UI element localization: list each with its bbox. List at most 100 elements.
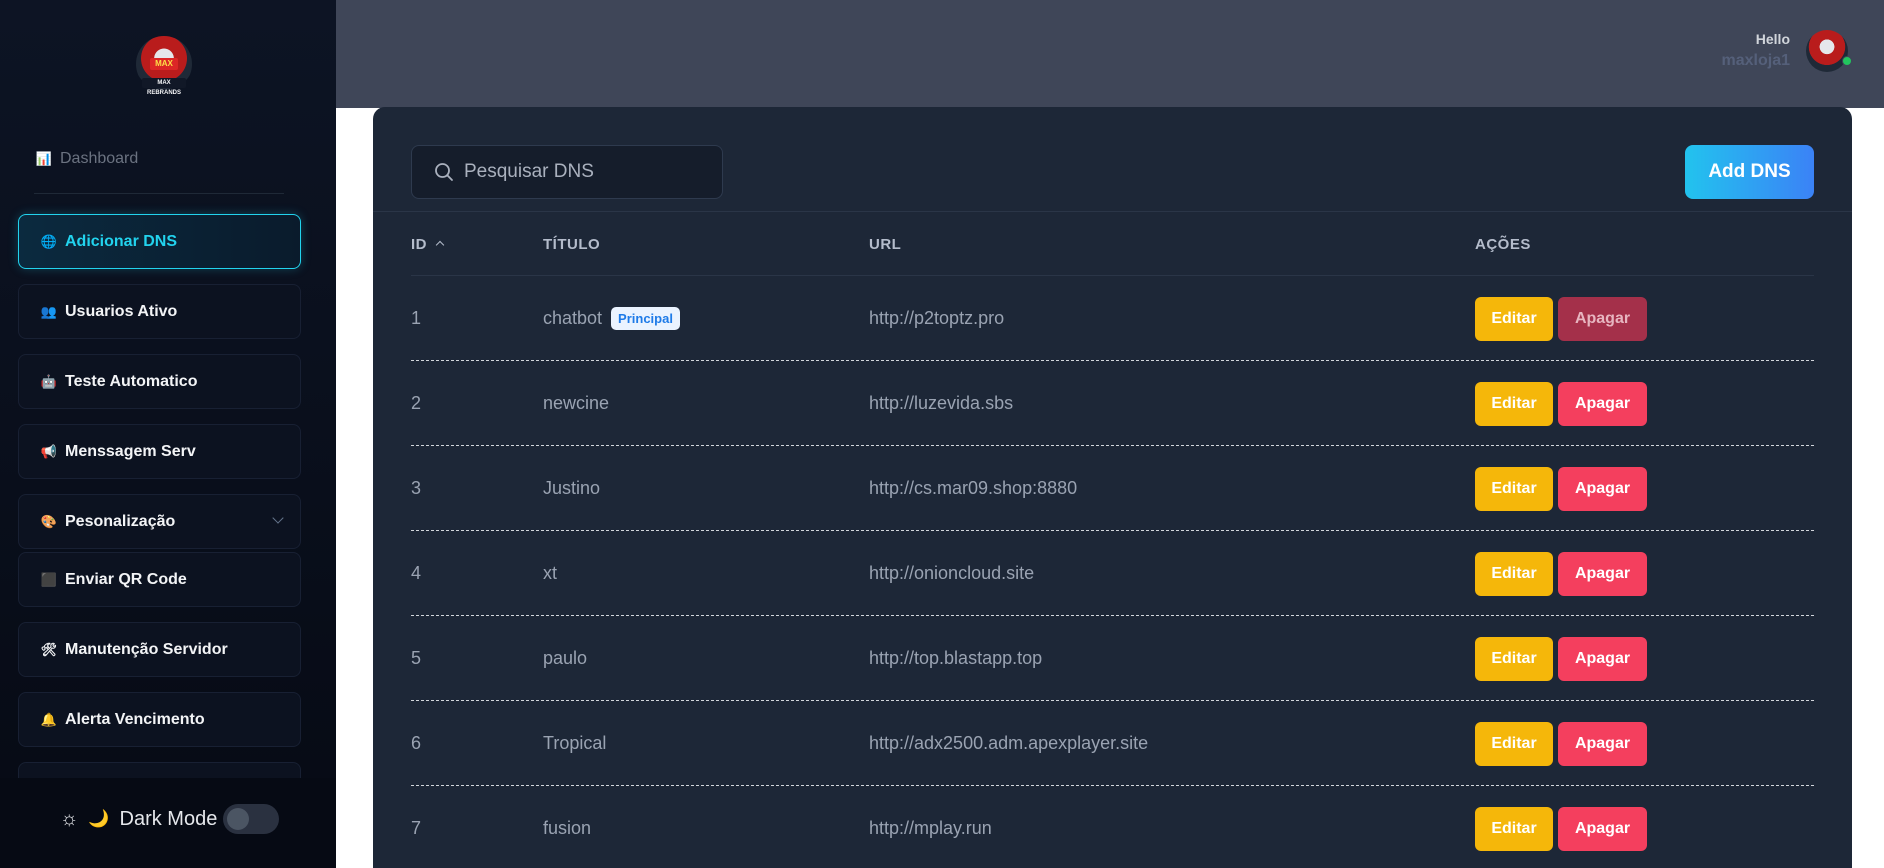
- edit-button[interactable]: Editar: [1475, 296, 1553, 341]
- divider: [34, 193, 284, 194]
- chart-icon: 📊: [35, 151, 53, 166]
- globe-icon: 🌐: [40, 233, 58, 249]
- sidebar-item-pesonalizacao[interactable]: 🎨 Pesonalização: [18, 494, 301, 549]
- cell-url: http://onioncloud.site: [869, 563, 1035, 583]
- search-input[interactable]: [464, 161, 704, 183]
- sidebar-item-label: Enviar QR Code: [65, 570, 187, 588]
- delete-button[interactable]: Apagar: [1558, 721, 1647, 766]
- sort-asc-icon: [435, 240, 445, 250]
- add-dns-button[interactable]: Add DNS: [1685, 145, 1814, 199]
- cell-title: xt: [543, 563, 558, 583]
- sidebar-item-label: Alerta Vencimento: [65, 710, 205, 728]
- cell-actions: Editar Apagar: [1475, 616, 1647, 701]
- column-header-acoes: AÇÕES: [1475, 236, 1531, 253]
- cell-actions: Editar Apagar: [1475, 701, 1647, 786]
- sidebar-item-dashboard[interactable]: 📊 Dashboard: [36, 150, 138, 168]
- column-header-id[interactable]: ID: [411, 236, 445, 253]
- sidebar-item-manutencao-servidor[interactable]: 🛠 Manutenção Servidor: [18, 622, 301, 677]
- sidebar-item-menssagem-serv[interactable]: 📢 Menssagem Serv: [18, 424, 301, 479]
- greeting: Hello: [1755, 31, 1790, 47]
- logo-text: MAX REBRANDS: [142, 78, 186, 96]
- dns-card: Add DNS ID TÍTULO URL AÇÕES 1 chatbot Pri…: [373, 107, 1852, 868]
- cell-id: 6: [411, 733, 422, 753]
- sidebar-item-alerta-vencimento[interactable]: 🔔 Alerta Vencimento: [18, 692, 301, 747]
- logo-mark: MAX: [150, 58, 178, 70]
- sidebar-item-adicionar-dns[interactable]: 🌐 Adicionar DNS: [18, 214, 301, 269]
- sun-icon: ☼: [60, 807, 79, 830]
- sidebar-item-teste-automatico[interactable]: 🤖 Teste Automatico: [18, 354, 301, 409]
- edit-button[interactable]: Editar: [1475, 381, 1553, 426]
- sidebar: MAX MAX REBRANDS 📊 Dashboard 🌐 Adicionar…: [0, 0, 336, 868]
- cell-id: 7: [411, 818, 422, 838]
- brand-logo[interactable]: MAX MAX REBRANDS: [136, 36, 192, 96]
- delete-button[interactable]: Apagar: [1558, 381, 1647, 426]
- title-text: chatbot: [543, 308, 603, 328]
- edit-button[interactable]: Editar: [1475, 551, 1553, 596]
- sidebar-item-enviar-qr-code[interactable]: ⬛ Enviar QR Code: [18, 552, 301, 607]
- dark-mode-control: ☼ 🌙 Dark Mode: [60, 804, 280, 834]
- cell-actions: Editar Apagar: [1475, 531, 1647, 616]
- cell-actions: Editar Apagar: [1475, 276, 1647, 361]
- principal-badge: Principal: [611, 307, 680, 330]
- delete-button: Apagar: [1558, 296, 1647, 341]
- table-row: 6 Tropical http://adx2500.adm.apexplayer…: [411, 701, 1814, 786]
- users-icon: 👥: [40, 303, 58, 319]
- sidebar-item-partial[interactable]: [18, 762, 301, 778]
- dark-mode-toggle[interactable]: [223, 804, 280, 834]
- username: maxloja1: [1721, 52, 1790, 69]
- megaphone-icon: 📢: [40, 443, 58, 459]
- edit-button[interactable]: Editar: [1475, 636, 1553, 681]
- column-header-url[interactable]: URL: [869, 236, 901, 253]
- delete-button[interactable]: Apagar: [1558, 466, 1647, 511]
- edit-button[interactable]: Editar: [1475, 466, 1553, 511]
- cell-id: 3: [411, 478, 422, 498]
- table-row: 7 fusion http://mplay.run Editar Apagar: [411, 786, 1814, 868]
- qr-code-icon: ⬛: [40, 571, 58, 587]
- cell-url: http://p2toptz.pro: [869, 308, 1005, 328]
- top-header: Hello maxloja1: [336, 0, 1884, 108]
- cell-title: chatbot Principal: [543, 276, 680, 361]
- divider: [373, 211, 1852, 212]
- cell-url: http://cs.mar09.shop:8880: [869, 478, 1078, 498]
- cell-actions: Editar Apagar: [1475, 446, 1647, 531]
- palette-icon: 🎨: [40, 513, 58, 529]
- edit-button[interactable]: Editar: [1475, 721, 1553, 766]
- table-row: 1 chatbot Principal http://p2toptz.pro Ed…: [411, 276, 1814, 361]
- table-row: 4 xt http://onioncloud.site Editar Apaga…: [411, 531, 1814, 616]
- avatar[interactable]: [1806, 30, 1848, 72]
- cell-id: 4: [411, 563, 422, 583]
- cell-url: http://top.blastapp.top: [869, 648, 1043, 668]
- search-icon: [435, 163, 453, 181]
- sidebar-item-label: Pesonalização: [65, 512, 176, 530]
- cell-title: fusion: [543, 818, 592, 838]
- column-header-titulo[interactable]: TÍTULO: [543, 236, 600, 253]
- cell-id: 2: [411, 393, 422, 413]
- robot-icon: 🤖: [40, 373, 58, 389]
- table-row: 2 newcine http://luzevida.sbs Editar Apa…: [411, 361, 1814, 446]
- cell-actions: Editar Apagar: [1475, 361, 1647, 446]
- online-status-dot: [1842, 56, 1852, 66]
- sidebar-item-label: Teste Automatico: [65, 372, 198, 390]
- delete-button[interactable]: Apagar: [1558, 806, 1647, 851]
- cell-actions: Editar Apagar: [1475, 786, 1647, 868]
- sidebar-item-label: Menssagem Serv: [65, 442, 196, 460]
- sidebar-item-label: Adicionar DNS: [65, 232, 178, 250]
- sidebar-item-label: Usuarios Ativo: [65, 302, 178, 320]
- chevron-down-icon: [272, 512, 284, 524]
- delete-button[interactable]: Apagar: [1558, 636, 1647, 681]
- sidebar-item-usuarios-ativo[interactable]: 👥 Usuarios Ativo: [18, 284, 301, 339]
- sidebar-item-label: Manutenção Servidor: [65, 640, 228, 658]
- search-box[interactable]: [411, 145, 723, 199]
- dark-mode-label: Dark Mode: [119, 807, 218, 830]
- table-row: 5 paulo http://top.blastapp.top Editar A…: [411, 616, 1814, 701]
- delete-button[interactable]: Apagar: [1558, 551, 1647, 596]
- cell-title: paulo: [543, 648, 588, 668]
- bell-icon: 🔔: [40, 711, 58, 727]
- cell-title: newcine: [543, 393, 610, 413]
- cell-url: http://luzevida.sbs: [869, 393, 1014, 413]
- cell-id: 5: [411, 648, 422, 668]
- column-header-label: ID: [411, 236, 427, 253]
- edit-button[interactable]: Editar: [1475, 806, 1553, 851]
- cell-title: Justino: [543, 478, 601, 498]
- tools-icon: 🛠: [40, 641, 58, 657]
